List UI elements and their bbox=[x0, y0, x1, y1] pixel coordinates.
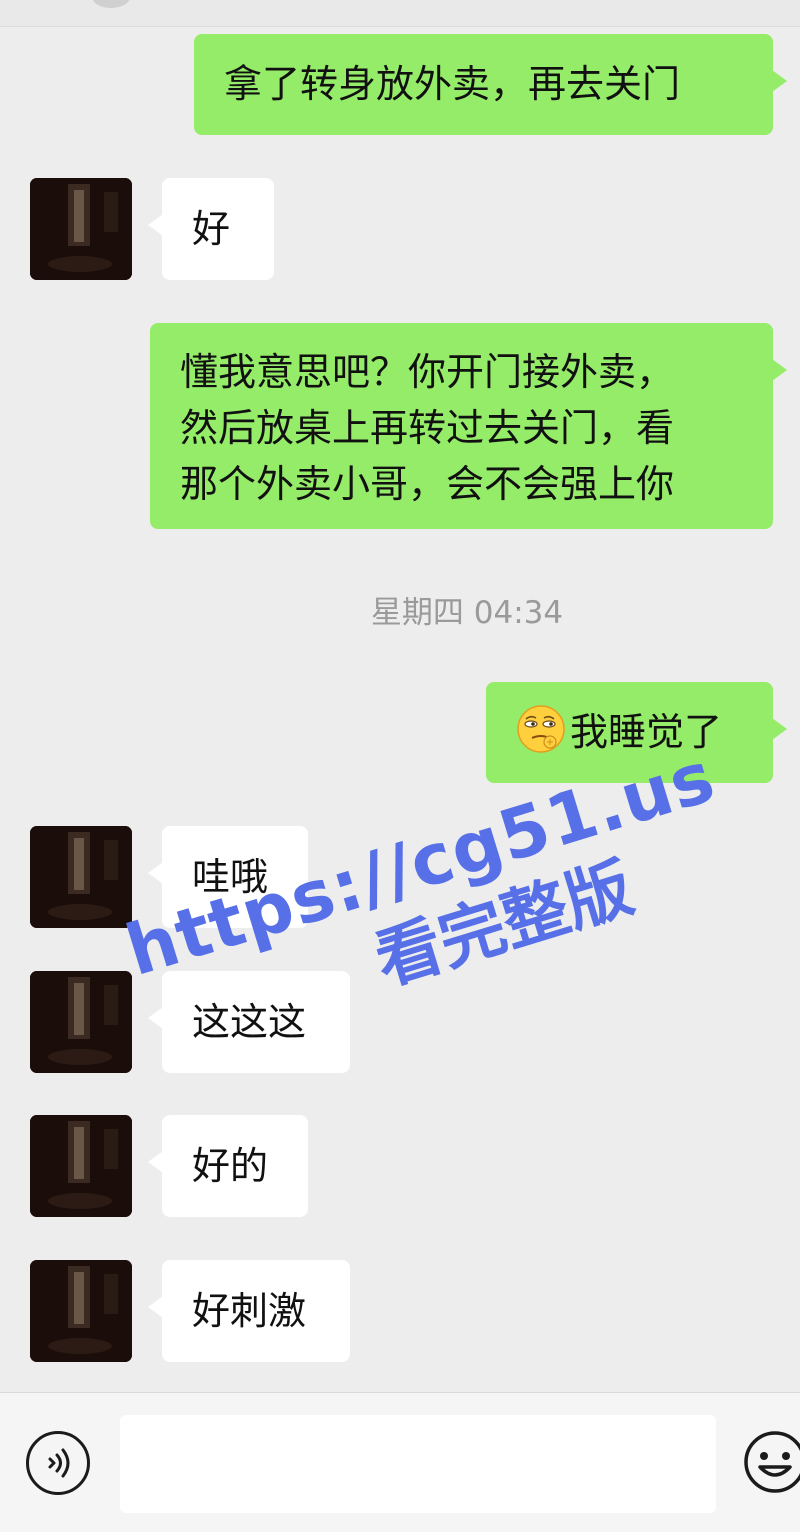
avatar-image bbox=[30, 971, 132, 1073]
contact-avatar[interactable] bbox=[30, 1115, 132, 1217]
message-text: 我睡觉了 bbox=[570, 710, 723, 754]
message-text-line: 那个外卖小哥，会不会强上你 bbox=[180, 462, 675, 506]
emoji-icon[interactable] bbox=[742, 1429, 800, 1495]
chat-timestamp: 星期四 04:34 bbox=[370, 595, 564, 631]
smirk-emoji-icon bbox=[517, 705, 565, 753]
top-edge bbox=[0, 0, 800, 27]
message-bubble-sent[interactable]: 拿了转身放外卖，再去关门 bbox=[194, 34, 787, 135]
contact-avatar[interactable] bbox=[30, 1260, 132, 1362]
contact-avatar[interactable] bbox=[30, 826, 132, 928]
message-text-line: 然后放桌上再转过去关门，看 bbox=[180, 406, 675, 450]
avatar-image bbox=[30, 1115, 132, 1217]
avatar-image bbox=[30, 178, 132, 280]
message-bubble-received[interactable]: 好刺激 bbox=[148, 1260, 350, 1362]
message-text: 哇哦 bbox=[192, 855, 269, 899]
avatar-image bbox=[30, 1260, 132, 1362]
message-bubble-received[interactable]: 好 bbox=[148, 178, 274, 280]
contact-avatar[interactable] bbox=[30, 971, 132, 1073]
message-input[interactable] bbox=[120, 1415, 716, 1513]
message-bubble-received[interactable]: 好的 bbox=[148, 1115, 308, 1217]
watermark-subtitle: 看完整版 bbox=[366, 849, 642, 1000]
voice-input-button[interactable] bbox=[26, 1431, 90, 1495]
message-text: 好的 bbox=[192, 1144, 269, 1188]
voice-input-icon bbox=[48, 1448, 70, 1478]
message-text: 拿了转身放外卖，再去关门 bbox=[224, 62, 681, 106]
chat-input-bar bbox=[0, 1392, 800, 1532]
message-bubble-sent[interactable]: 我睡觉了 bbox=[486, 682, 787, 783]
message-text: 好刺激 bbox=[192, 1289, 307, 1333]
contact-avatar[interactable] bbox=[30, 178, 132, 280]
message-text: 好 bbox=[192, 207, 231, 251]
avatar-image bbox=[30, 826, 132, 928]
message-bubble-received[interactable]: 这这这 bbox=[148, 971, 350, 1073]
message-text: 这这这 bbox=[192, 1000, 307, 1044]
message-bubble-received[interactable]: 哇哦 bbox=[148, 826, 308, 928]
message-bubble-sent[interactable]: 懂我意思吧？你开门接外卖， 然后放桌上再转过去关门，看 那个外卖小哥，会不会强上… bbox=[150, 323, 787, 529]
message-text-line: 懂我意思吧？你开门接外卖， bbox=[180, 350, 675, 394]
top-edge-nub bbox=[92, 0, 130, 8]
